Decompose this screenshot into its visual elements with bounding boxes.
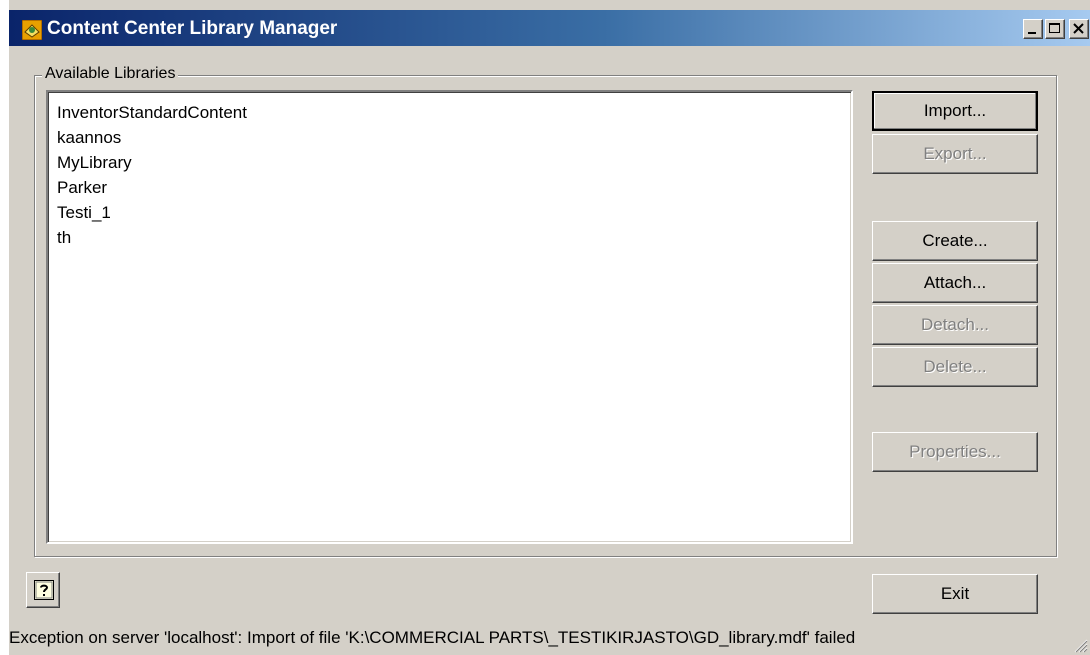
- library-listbox[interactable]: InventorStandardContent kaannos MyLibrar…: [46, 90, 853, 544]
- help-button[interactable]: [26, 572, 60, 608]
- import-button[interactable]: Import...: [872, 91, 1038, 131]
- list-item[interactable]: Testi_1: [57, 200, 111, 226]
- properties-button[interactable]: Properties...: [872, 432, 1038, 472]
- resize-grip-icon[interactable]: [1072, 637, 1088, 653]
- create-button[interactable]: Create...: [872, 221, 1038, 261]
- exit-button[interactable]: Exit: [872, 574, 1038, 614]
- list-item[interactable]: MyLibrary: [57, 150, 132, 176]
- maximize-button[interactable]: [1045, 19, 1065, 39]
- attach-button[interactable]: Attach...: [872, 263, 1038, 303]
- export-button[interactable]: Export...: [872, 134, 1038, 174]
- delete-button[interactable]: Delete...: [872, 347, 1038, 387]
- library-manager-window: Content Center Library Manager Available…: [9, 0, 1090, 655]
- list-item[interactable]: th: [57, 225, 71, 251]
- close-button[interactable]: [1069, 19, 1089, 39]
- content-center-app-icon: [21, 19, 43, 41]
- list-item[interactable]: InventorStandardContent: [57, 100, 247, 126]
- status-message: Exception on server 'localhost': Import …: [9, 628, 856, 647]
- minimize-button[interactable]: [1023, 19, 1043, 39]
- detach-button[interactable]: Detach...: [872, 305, 1038, 345]
- available-libraries-label: Available Libraries: [42, 63, 179, 85]
- list-item[interactable]: kaannos: [57, 125, 121, 151]
- window-title: Content Center Library Manager: [47, 18, 338, 39]
- title-bar[interactable]: Content Center Library Manager: [9, 10, 1090, 46]
- list-item[interactable]: Parker: [57, 175, 107, 201]
